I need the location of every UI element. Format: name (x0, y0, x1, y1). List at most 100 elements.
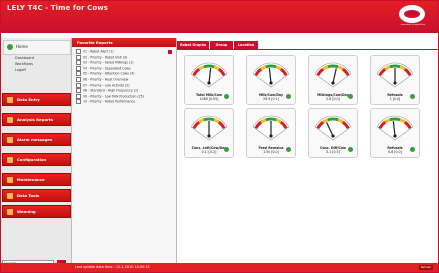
report-label: 02 - Priority - Robot Visit (3) (83, 55, 128, 60)
status-bar: Last update data time : 12-1-2010 14:00:… (1, 263, 438, 272)
home-links: Dashboard Workflows Logoff (3, 55, 69, 89)
refresh-button[interactable]: Refresh (419, 265, 433, 270)
pencil-icon (7, 97, 13, 103)
gauge-hub (393, 81, 397, 85)
report-label: 05 - Priority - Attention Cows (4) (83, 71, 135, 76)
left-navigation: Home Dashboard Workflows Logoff Data Ent… (1, 38, 72, 266)
report-icon (76, 88, 81, 94)
gauge-band (203, 117, 215, 122)
report-icon (76, 82, 81, 88)
logo-mark (404, 10, 420, 18)
favorite-reports-header: Favorite Reports (72, 38, 176, 47)
report-label: 08 - Standard - High Frequency (1) (83, 88, 139, 93)
kpi-gauge[interactable]: Total Milk/Cow 1089 [0.05] (184, 55, 234, 105)
gauge-dial (314, 115, 352, 141)
tab-location[interactable]: Location (234, 41, 258, 49)
title-bar: LELY T4C - Time for Cows innovators in a… (1, 1, 438, 33)
favorite-reports-panel: Favorite Reports 01 - Robot Alert (1) 02 … (72, 38, 177, 264)
nav-button-label: Alarm messages (17, 137, 53, 142)
status-ok-icon (286, 94, 291, 99)
report-label: 04 - Priority - Separated Cows (83, 66, 131, 71)
nav-button-label: Data Tools (17, 193, 40, 198)
nav-button-label: Analysis Reports (17, 117, 53, 122)
home-icon (7, 44, 13, 50)
report-list-item[interactable]: 10 - Priority - Robot Performance (72, 99, 176, 105)
nav-button-analysis-reports[interactable]: Analysis Reports (2, 113, 71, 126)
lely-logo: innovators in agriculture (399, 5, 425, 26)
gauge-hub (207, 134, 211, 138)
kpi-gauge[interactable]: Feed Remains 1.50 [0.0] (246, 108, 296, 158)
gauge-band (389, 117, 401, 122)
kpi-gauge[interactable]: Milk/Cow/Day 29.9 [0.1] (246, 55, 296, 105)
app-window: LELY T4C - Time for Cows innovators in a… (0, 0, 439, 273)
home-link-logoff[interactable]: Logoff (3, 67, 69, 73)
status-ok-icon (224, 147, 229, 152)
gauge-dial (376, 62, 414, 88)
kpi-gauge[interactable]: Conc. Diff/Cow 0.1 [0.5] (308, 108, 358, 158)
nav-button-alarm-messages[interactable]: Alarm messages (2, 133, 71, 146)
status-ok-icon (286, 147, 291, 152)
report-icon (76, 93, 81, 99)
status-ok-icon (410, 147, 415, 152)
calf-icon (7, 209, 13, 215)
gauge-band (265, 117, 277, 122)
bell-icon (7, 137, 13, 143)
report-label: 07 - Priority - Low Activity (2) (83, 83, 130, 88)
last-update-text: Last update data time : 12-1-2010 14:00:… (75, 265, 150, 269)
status-ok-icon (348, 94, 353, 99)
report-label: 03 - Priority - Failed Milkings (1) (83, 60, 134, 65)
tools-icon (7, 177, 13, 183)
gauge-hub (331, 81, 335, 85)
gauge-band (265, 64, 277, 69)
report-label: 09 - Priority - Low Milk Production (25) (83, 94, 144, 99)
nav-button-weaning[interactable]: Weaning (2, 205, 71, 218)
kpi-gauge[interactable]: Refusals 1 [0.0] (370, 55, 420, 105)
report-icon (76, 76, 81, 82)
gauge-hub (331, 134, 335, 138)
kpi-gauge[interactable]: Milkings/Cow/Day 2.8 [0.0] (308, 55, 358, 105)
nav-button-data-tools[interactable]: Data Tools (2, 189, 71, 202)
tab-group[interactable]: Group (210, 41, 233, 49)
nav-button-maintenance[interactable]: Maintenance (2, 173, 71, 186)
gauge-hub (269, 81, 273, 85)
report-icon (76, 71, 81, 77)
nav-button-label: Data Entry (17, 97, 40, 102)
report-label: 06 - Priority - Heat Overview (83, 77, 129, 82)
nav-button-label: Configuration (17, 157, 47, 162)
chart-icon (7, 117, 13, 123)
report-label: 10 - Priority - Robot Performance (83, 99, 136, 104)
nav-button-label: Maintenance (17, 177, 45, 182)
tab-robot-graphs[interactable]: Robot Graphs (177, 41, 209, 49)
kpi-gauge[interactable]: Refusals 0.8 [0.0] (370, 108, 420, 158)
report-icon (76, 49, 81, 54)
status-ok-icon (410, 94, 415, 99)
nav-button-data-entry[interactable]: Data Entry (2, 93, 71, 106)
wrench-icon (7, 157, 13, 163)
app-title: LELY T4C - Time for Cows (7, 4, 109, 12)
gauge-dial (190, 115, 228, 141)
dashboard-panel: Robot Graphs Group Location Total Milk/C… (177, 38, 438, 264)
nav-button-label: Weaning (17, 209, 36, 214)
gauge-dial (376, 115, 414, 141)
status-ok-icon (224, 94, 229, 99)
report-icon (76, 99, 81, 105)
logo-tagline: innovators in agriculture (400, 24, 426, 26)
gauge-band (203, 64, 215, 69)
status-ok-icon (348, 147, 353, 152)
gauge-dial (252, 62, 290, 88)
gauge-band (327, 117, 339, 122)
report-list: 01 - Robot Alert (1) 02 - Priority - Robo… (72, 47, 176, 105)
gauge-dial (314, 62, 352, 88)
gauge-hub (269, 134, 273, 138)
home-header[interactable]: Home (3, 40, 71, 55)
gauge-dial (252, 115, 290, 141)
report-icon (76, 60, 81, 66)
database-icon (7, 193, 13, 199)
gauge-hub (207, 81, 211, 85)
report-icon (76, 65, 81, 71)
gauge-band (327, 64, 339, 69)
nav-button-configuration[interactable]: Configuration (2, 153, 71, 166)
kpi-gauge[interactable]: Conc. Left/Cow/Day 0.1 [-0.2] (184, 108, 234, 158)
gauge-hub (393, 134, 397, 138)
gauge-dial (190, 62, 228, 88)
